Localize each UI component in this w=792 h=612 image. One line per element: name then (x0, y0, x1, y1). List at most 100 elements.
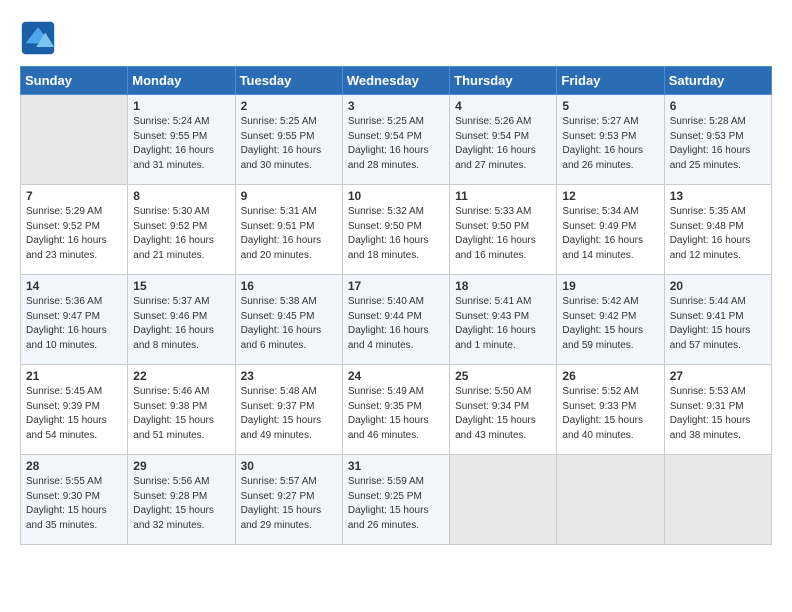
day-number: 10 (348, 189, 444, 203)
day-cell (450, 455, 557, 545)
day-number: 23 (241, 369, 337, 383)
day-info: Sunrise: 5:26 AMSunset: 9:54 PMDaylight:… (455, 116, 536, 171)
header (20, 20, 772, 56)
day-cell: 5 Sunrise: 5:27 AMSunset: 9:53 PMDayligh… (557, 95, 664, 185)
week-row: 28 Sunrise: 5:55 AMSunset: 9:30 PMDaylig… (21, 455, 772, 545)
day-info: Sunrise: 5:59 AMSunset: 9:25 PMDaylight:… (348, 476, 429, 531)
day-cell: 31 Sunrise: 5:59 AMSunset: 9:25 PMDaylig… (342, 455, 449, 545)
day-number: 18 (455, 279, 551, 293)
day-cell: 30 Sunrise: 5:57 AMSunset: 9:27 PMDaylig… (235, 455, 342, 545)
day-number: 4 (455, 99, 551, 113)
day-cell: 23 Sunrise: 5:48 AMSunset: 9:37 PMDaylig… (235, 365, 342, 455)
header-row: SundayMondayTuesdayWednesdayThursdayFrid… (21, 67, 772, 95)
week-row: 7 Sunrise: 5:29 AMSunset: 9:52 PMDayligh… (21, 185, 772, 275)
day-cell: 17 Sunrise: 5:40 AMSunset: 9:44 PMDaylig… (342, 275, 449, 365)
day-info: Sunrise: 5:30 AMSunset: 9:52 PMDaylight:… (133, 206, 214, 261)
day-cell: 27 Sunrise: 5:53 AMSunset: 9:31 PMDaylig… (664, 365, 771, 455)
day-number: 31 (348, 459, 444, 473)
day-cell: 15 Sunrise: 5:37 AMSunset: 9:46 PMDaylig… (128, 275, 235, 365)
day-cell: 3 Sunrise: 5:25 AMSunset: 9:54 PMDayligh… (342, 95, 449, 185)
day-number: 25 (455, 369, 551, 383)
day-number: 26 (562, 369, 658, 383)
day-cell (21, 95, 128, 185)
day-cell: 24 Sunrise: 5:49 AMSunset: 9:35 PMDaylig… (342, 365, 449, 455)
day-number: 17 (348, 279, 444, 293)
day-cell: 18 Sunrise: 5:41 AMSunset: 9:43 PMDaylig… (450, 275, 557, 365)
day-info: Sunrise: 5:52 AMSunset: 9:33 PMDaylight:… (562, 386, 643, 441)
header-day: Tuesday (235, 67, 342, 95)
day-cell: 9 Sunrise: 5:31 AMSunset: 9:51 PMDayligh… (235, 185, 342, 275)
day-info: Sunrise: 5:57 AMSunset: 9:27 PMDaylight:… (241, 476, 322, 531)
day-info: Sunrise: 5:50 AMSunset: 9:34 PMDaylight:… (455, 386, 536, 441)
day-info: Sunrise: 5:56 AMSunset: 9:28 PMDaylight:… (133, 476, 214, 531)
day-cell (664, 455, 771, 545)
day-info: Sunrise: 5:49 AMSunset: 9:35 PMDaylight:… (348, 386, 429, 441)
day-info: Sunrise: 5:29 AMSunset: 9:52 PMDaylight:… (26, 206, 107, 261)
day-info: Sunrise: 5:41 AMSunset: 9:43 PMDaylight:… (455, 296, 536, 351)
day-number: 28 (26, 459, 122, 473)
day-cell: 12 Sunrise: 5:34 AMSunset: 9:49 PMDaylig… (557, 185, 664, 275)
header-day: Friday (557, 67, 664, 95)
day-info: Sunrise: 5:31 AMSunset: 9:51 PMDaylight:… (241, 206, 322, 261)
header-day: Sunday (21, 67, 128, 95)
day-number: 13 (670, 189, 766, 203)
day-number: 19 (562, 279, 658, 293)
day-number: 14 (26, 279, 122, 293)
day-number: 15 (133, 279, 229, 293)
day-info: Sunrise: 5:34 AMSunset: 9:49 PMDaylight:… (562, 206, 643, 261)
week-row: 1 Sunrise: 5:24 AMSunset: 9:55 PMDayligh… (21, 95, 772, 185)
day-info: Sunrise: 5:38 AMSunset: 9:45 PMDaylight:… (241, 296, 322, 351)
day-cell: 26 Sunrise: 5:52 AMSunset: 9:33 PMDaylig… (557, 365, 664, 455)
day-info: Sunrise: 5:35 AMSunset: 9:48 PMDaylight:… (670, 206, 751, 261)
day-info: Sunrise: 5:32 AMSunset: 9:50 PMDaylight:… (348, 206, 429, 261)
day-cell: 8 Sunrise: 5:30 AMSunset: 9:52 PMDayligh… (128, 185, 235, 275)
day-cell: 1 Sunrise: 5:24 AMSunset: 9:55 PMDayligh… (128, 95, 235, 185)
day-number: 12 (562, 189, 658, 203)
day-cell: 21 Sunrise: 5:45 AMSunset: 9:39 PMDaylig… (21, 365, 128, 455)
header-day: Wednesday (342, 67, 449, 95)
logo-icon (20, 20, 56, 56)
day-number: 20 (670, 279, 766, 293)
day-cell: 22 Sunrise: 5:46 AMSunset: 9:38 PMDaylig… (128, 365, 235, 455)
day-info: Sunrise: 5:45 AMSunset: 9:39 PMDaylight:… (26, 386, 107, 441)
header-day: Monday (128, 67, 235, 95)
day-info: Sunrise: 5:55 AMSunset: 9:30 PMDaylight:… (26, 476, 107, 531)
day-info: Sunrise: 5:48 AMSunset: 9:37 PMDaylight:… (241, 386, 322, 441)
day-cell: 2 Sunrise: 5:25 AMSunset: 9:55 PMDayligh… (235, 95, 342, 185)
day-cell: 11 Sunrise: 5:33 AMSunset: 9:50 PMDaylig… (450, 185, 557, 275)
day-number: 11 (455, 189, 551, 203)
day-cell: 4 Sunrise: 5:26 AMSunset: 9:54 PMDayligh… (450, 95, 557, 185)
logo (20, 20, 60, 56)
header-day: Saturday (664, 67, 771, 95)
header-day: Thursday (450, 67, 557, 95)
day-cell: 29 Sunrise: 5:56 AMSunset: 9:28 PMDaylig… (128, 455, 235, 545)
day-cell: 14 Sunrise: 5:36 AMSunset: 9:47 PMDaylig… (21, 275, 128, 365)
day-number: 6 (670, 99, 766, 113)
day-number: 27 (670, 369, 766, 383)
day-number: 22 (133, 369, 229, 383)
day-cell: 28 Sunrise: 5:55 AMSunset: 9:30 PMDaylig… (21, 455, 128, 545)
day-info: Sunrise: 5:27 AMSunset: 9:53 PMDaylight:… (562, 116, 643, 171)
day-info: Sunrise: 5:46 AMSunset: 9:38 PMDaylight:… (133, 386, 214, 441)
day-number: 29 (133, 459, 229, 473)
day-cell: 19 Sunrise: 5:42 AMSunset: 9:42 PMDaylig… (557, 275, 664, 365)
day-info: Sunrise: 5:53 AMSunset: 9:31 PMDaylight:… (670, 386, 751, 441)
day-info: Sunrise: 5:37 AMSunset: 9:46 PMDaylight:… (133, 296, 214, 351)
day-cell: 16 Sunrise: 5:38 AMSunset: 9:45 PMDaylig… (235, 275, 342, 365)
day-number: 3 (348, 99, 444, 113)
day-info: Sunrise: 5:25 AMSunset: 9:54 PMDaylight:… (348, 116, 429, 171)
day-number: 21 (26, 369, 122, 383)
day-info: Sunrise: 5:28 AMSunset: 9:53 PMDaylight:… (670, 116, 751, 171)
day-info: Sunrise: 5:42 AMSunset: 9:42 PMDaylight:… (562, 296, 643, 351)
day-info: Sunrise: 5:36 AMSunset: 9:47 PMDaylight:… (26, 296, 107, 351)
day-number: 1 (133, 99, 229, 113)
day-info: Sunrise: 5:25 AMSunset: 9:55 PMDaylight:… (241, 116, 322, 171)
day-cell: 25 Sunrise: 5:50 AMSunset: 9:34 PMDaylig… (450, 365, 557, 455)
day-info: Sunrise: 5:24 AMSunset: 9:55 PMDaylight:… (133, 116, 214, 171)
day-cell: 6 Sunrise: 5:28 AMSunset: 9:53 PMDayligh… (664, 95, 771, 185)
day-cell: 20 Sunrise: 5:44 AMSunset: 9:41 PMDaylig… (664, 275, 771, 365)
day-number: 24 (348, 369, 444, 383)
day-info: Sunrise: 5:44 AMSunset: 9:41 PMDaylight:… (670, 296, 751, 351)
day-number: 7 (26, 189, 122, 203)
day-cell (557, 455, 664, 545)
